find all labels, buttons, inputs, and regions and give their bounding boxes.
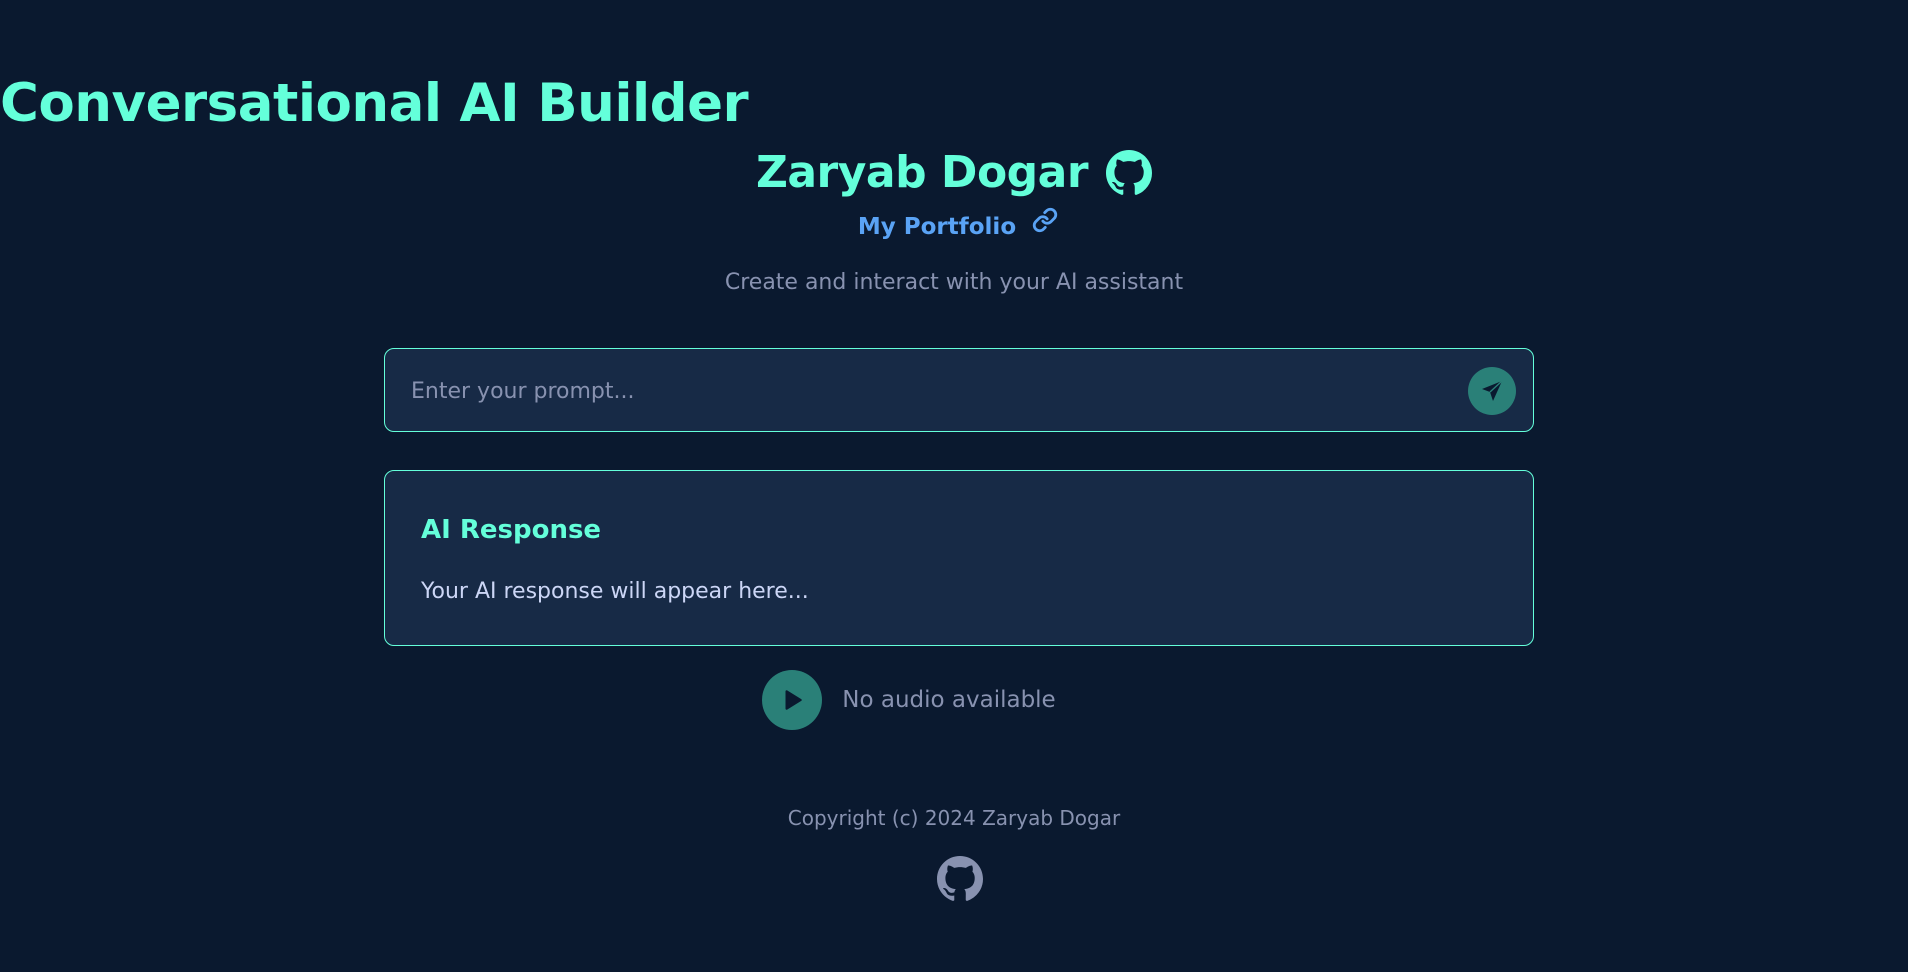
author-name: Zaryab Dogar: [755, 147, 1089, 198]
app-title: Conversational AI Builder: [0, 73, 749, 134]
copyright-text: Copyright (c) 2024 Zaryab Dogar: [787, 806, 1121, 830]
prompt-box: [384, 348, 1534, 433]
response-text: Your AI response will appear here...: [421, 579, 809, 604]
audio-status: No audio available: [842, 687, 1056, 713]
github-icon[interactable]: [937, 856, 983, 902]
paper-plane-icon: [1480, 379, 1504, 403]
github-icon[interactable]: [1106, 150, 1153, 196]
prompt-input[interactable]: [409, 349, 1443, 433]
subtitle: Create and interact with your AI assista…: [724, 270, 1184, 295]
audio-controls: No audio available: [0, 670, 1908, 730]
link-icon[interactable]: [1032, 207, 1058, 233]
play-button[interactable]: [762, 670, 823, 730]
app-page: Conversational AI Builder Zaryab Dogar M…: [0, 0, 1908, 972]
author-row: Zaryab Dogar: [0, 146, 1908, 200]
response-title: AI Response: [421, 515, 602, 545]
response-panel: AI Response Your AI response will appear…: [384, 470, 1534, 646]
play-icon: [779, 687, 805, 713]
portfolio-row: My Portfolio: [0, 207, 1908, 240]
send-button[interactable]: [1468, 367, 1516, 415]
portfolio-link[interactable]: My Portfolio: [858, 214, 1016, 240]
